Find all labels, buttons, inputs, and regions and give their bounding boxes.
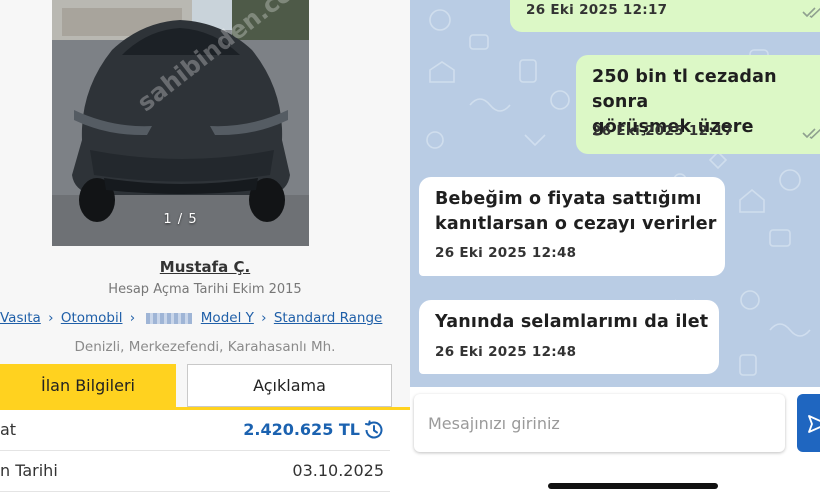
message-text: Bebeğim o fiyata sattığımı kanıtlarsan o… <box>435 187 720 237</box>
message-outgoing[interactable]: 26 Eki 2025 12:17 <box>510 0 820 32</box>
breadcrumb-item-variant[interactable]: Standard Range <box>274 310 383 326</box>
listing-info-table: at 2.420.625 TL n Tarihi 03.10.2025 <box>0 410 410 500</box>
price-history-icon[interactable] <box>362 418 386 442</box>
message-line: kanıtlarsan o cezayı verirler <box>435 214 717 234</box>
screenshot-composite: sahibinden.com 1 / 5 Mustafa Ç. Hesap Aç… <box>0 0 820 500</box>
message-time: 26 Eki 2025 12:48 <box>435 245 577 261</box>
message-time: 26 Eki 2025 12:17 <box>526 2 668 18</box>
seller-info: Mustafa Ç. Hesap Açma Tarihi Ekim 2015 <box>0 246 410 304</box>
breadcrumb-separator: › <box>261 310 267 326</box>
seller-name-link[interactable]: Mustafa Ç. <box>160 258 250 276</box>
message-line: 250 bin tl cezadan sonra <box>592 67 777 112</box>
row-label-price: at <box>0 420 17 439</box>
tab-description[interactable]: Açıklama <box>187 364 392 407</box>
message-incoming[interactable]: Yanında selamlarımı da ilet 26 Eki 2025 … <box>419 300 719 374</box>
double-check-icon <box>802 7 820 18</box>
message-composer: Mesajınızı giriniz <box>410 387 820 500</box>
message-incoming[interactable]: Bebeğim o fiyata sattığımı kanıtlarsan o… <box>419 177 725 276</box>
message-time: 26 Eki 2025 12:48 <box>435 344 577 360</box>
breadcrumb-item-model[interactable]: Model Y <box>201 310 254 326</box>
message-input[interactable]: Mesajınızı giriniz <box>414 394 785 452</box>
breadcrumb-item-vasita[interactable]: Vasıta <box>0 310 41 326</box>
send-icon <box>808 415 820 433</box>
message-input-placeholder: Mesajınızı giriniz <box>428 414 560 433</box>
message-outgoing[interactable]: 250 bin tl cezadan sonra görüşmek üzere … <box>576 55 820 154</box>
info-row-date: n Tarihi 03.10.2025 <box>0 451 390 492</box>
photo-counter: 1 / 5 <box>163 212 198 227</box>
breadcrumb-separator: › <box>129 310 136 326</box>
listing-location: Denizli, Merkezefendi, Karahasanlı Mh. <box>74 339 336 355</box>
price-value: 2.420.625 TL <box>243 420 360 439</box>
message-line: Bebeğim o fiyata sattığımı <box>435 189 702 209</box>
seller-account-date: Hesap Açma Tarihi Ekim 2015 <box>108 282 302 297</box>
message-text: Yanında selamlarımı da ilet <box>435 310 708 335</box>
listing-date-value: 03.10.2025 <box>292 461 384 480</box>
home-indicator <box>548 483 718 489</box>
message-time: 26 Eki 2025 12:17 <box>592 123 734 139</box>
car-photo[interactable]: sahibinden.com 1 / 5 <box>52 0 309 246</box>
listing-panel: sahibinden.com 1 / 5 Mustafa Ç. Hesap Aç… <box>0 0 410 500</box>
double-check-icon <box>802 128 820 139</box>
blurred-brand-name <box>146 312 193 324</box>
chat-panel: 26 Eki 2025 12:17 250 bin tl cezadan son… <box>410 0 820 500</box>
row-label-date: n Tarihi <box>0 461 58 480</box>
tab-listing-info[interactable]: İlan Bilgileri <box>0 364 176 407</box>
info-row-price: at 2.420.625 TL <box>0 410 390 451</box>
photo-gallery[interactable]: sahibinden.com 1 / 5 <box>0 0 410 246</box>
breadcrumb: Vasıta › Otomobil › Model Y › Standard R… <box>0 310 410 334</box>
car-image <box>52 0 309 246</box>
send-button[interactable] <box>797 394 820 452</box>
breadcrumb-item-otomobil[interactable]: Otomobil <box>61 310 123 326</box>
breadcrumb-separator: › <box>48 310 54 326</box>
message-line: Yanında selamlarımı da ilet <box>435 312 709 332</box>
